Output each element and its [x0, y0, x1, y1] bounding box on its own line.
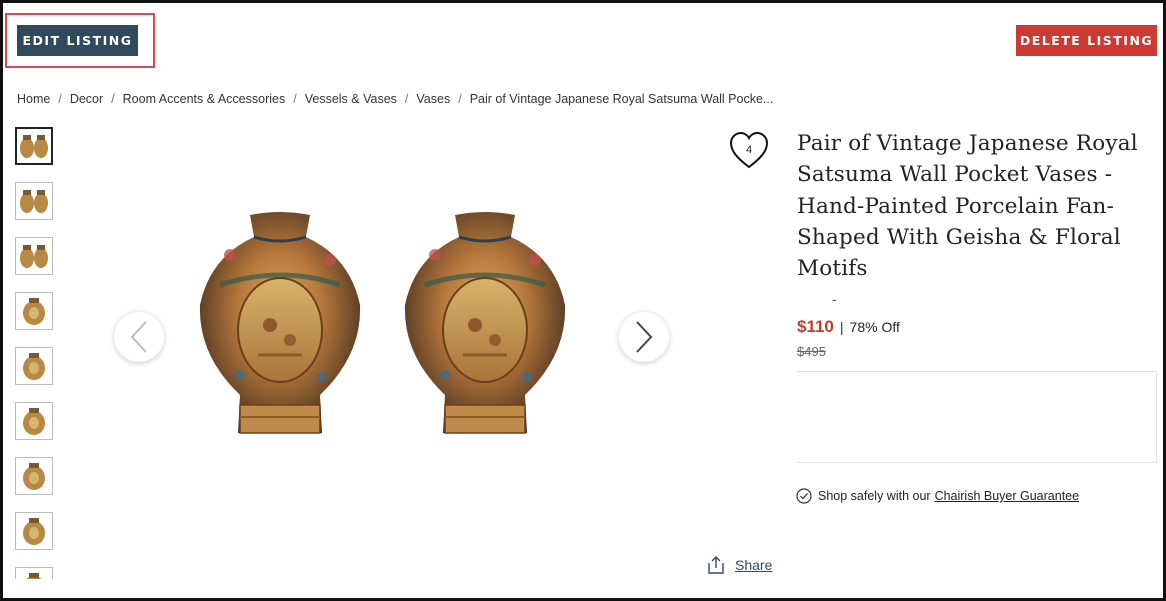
thumbnail-6[interactable]	[15, 402, 53, 440]
edit-listing-button[interactable]: EDIT LISTING	[17, 25, 138, 56]
thumbnail-image	[23, 298, 45, 325]
thumbnail-2[interactable]	[15, 182, 53, 220]
thumbnail-image	[20, 245, 48, 268]
thumbnail-image	[23, 518, 45, 545]
product-main-image	[170, 195, 610, 475]
breadcrumb-room-accents[interactable]: Room Accents & Accessories	[123, 92, 286, 106]
thumbnail-strip	[15, 127, 55, 579]
favorite-button[interactable]: 4	[729, 131, 769, 171]
breadcrumb-vessels-vases[interactable]: Vessels & Vases	[305, 92, 397, 106]
sale-price: $110	[797, 317, 834, 336]
thumbnail-9[interactable]	[15, 567, 53, 579]
product-title: Pair of Vintage Japanese Royal Satsuma W…	[797, 131, 1138, 282]
thumbnail-image	[20, 190, 48, 213]
chevron-right-icon	[636, 321, 653, 353]
thumbnail-image	[23, 463, 45, 490]
guarantee-text: Shop safely with our	[818, 489, 931, 503]
share-label: Share	[735, 557, 773, 573]
next-image-button[interactable]	[619, 312, 669, 362]
thumbnail-8[interactable]	[15, 512, 53, 550]
breadcrumb-home[interactable]: Home	[17, 92, 50, 106]
breadcrumb-current: Pair of Vintage Japanese Royal Satsuma W…	[469, 92, 774, 106]
price-separator: |	[839, 319, 844, 335]
breadcrumb-vases[interactable]: Vases	[416, 92, 450, 106]
breadcrumb-separator: /	[111, 92, 115, 106]
buyer-guarantee: Shop safely with our Chairish Buyer Guar…	[796, 488, 1079, 504]
purchase-options-box	[797, 371, 1157, 463]
breadcrumb-separator: /	[458, 92, 462, 106]
original-price: $495	[797, 344, 826, 359]
thumbnail-image	[23, 353, 45, 380]
prev-image-button[interactable]	[114, 312, 164, 362]
discount-text: 78% Off	[849, 319, 900, 335]
breadcrumb: Home / Decor / Room Accents & Accessorie…	[17, 92, 773, 106]
share-button[interactable]: Share	[707, 555, 772, 575]
product-dash: -	[832, 291, 837, 307]
thumbnail-3[interactable]	[15, 237, 53, 275]
thumbnail-1[interactable]	[15, 127, 53, 165]
thumbnail-7[interactable]	[15, 457, 53, 495]
chevron-left-icon	[130, 321, 147, 353]
breadcrumb-separator: /	[293, 92, 297, 106]
breadcrumb-separator: /	[404, 92, 409, 106]
breadcrumb-decor[interactable]: Decor	[70, 92, 103, 106]
buyer-guarantee-link[interactable]: Chairish Buyer Guarantee	[935, 489, 1080, 503]
thumbnail-image	[23, 408, 45, 435]
thumbnail-image	[26, 573, 42, 579]
check-circle-icon	[796, 488, 812, 504]
thumbnail-5[interactable]	[15, 347, 53, 385]
thumbnail-image	[20, 135, 48, 158]
thumbnail-4[interactable]	[15, 292, 53, 330]
delete-listing-button[interactable]: DELETE LISTING	[1016, 25, 1157, 56]
favorite-count: 4	[745, 144, 753, 156]
share-icon	[708, 556, 724, 574]
breadcrumb-separator: /	[58, 92, 62, 106]
price-row: $110 | 78% Off	[797, 317, 900, 337]
